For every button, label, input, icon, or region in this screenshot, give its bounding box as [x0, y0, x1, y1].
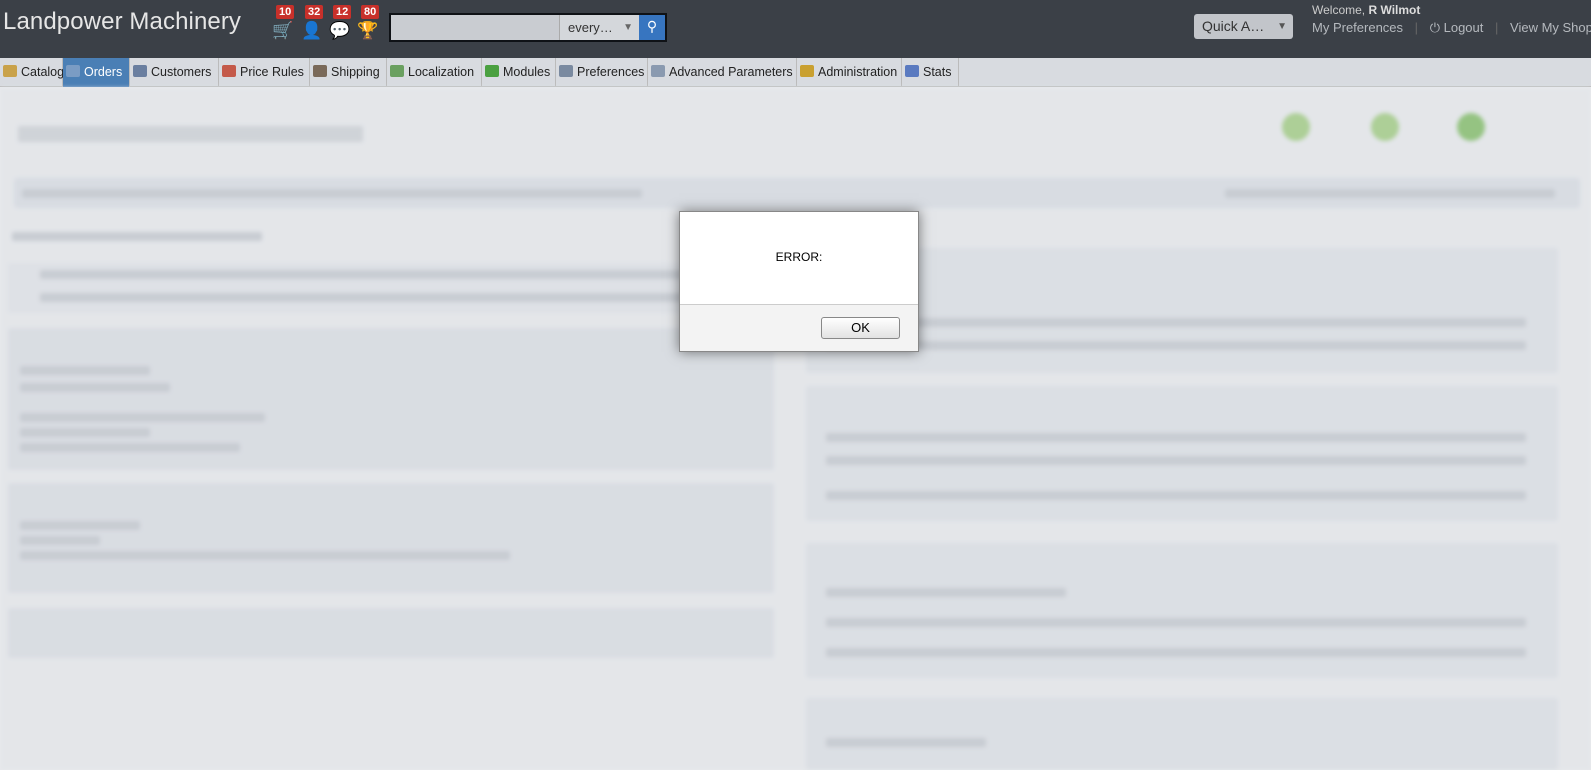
logout-link[interactable]: Logout	[1444, 20, 1484, 35]
ok-button[interactable]: OK	[821, 317, 900, 339]
tab-label: Price Rules	[240, 65, 304, 79]
tab-preferences[interactable]: Preferences	[556, 58, 648, 87]
tab-label: Localization	[408, 65, 475, 79]
tab-label: Modules	[503, 65, 551, 79]
globe-icon	[390, 65, 404, 77]
customers-notification[interactable]: 👤 32	[299, 5, 324, 41]
trophies-notification[interactable]: 🏆 80	[355, 5, 380, 41]
cart-icon	[66, 65, 80, 77]
tab-label: Customers	[151, 65, 212, 79]
tab-label: Preferences	[577, 65, 645, 79]
tab-label: Shipping	[331, 65, 380, 79]
view-shop-link[interactable]: View My Shop	[1510, 20, 1591, 35]
search-input[interactable]	[391, 15, 559, 40]
search-scope-select[interactable]: every… ▼	[559, 15, 639, 40]
tab-advanced-parameters[interactable]: Advanced Parameters	[648, 58, 797, 87]
messages-count-badge: 12	[333, 5, 352, 19]
customer-icon: 👤	[301, 21, 323, 41]
main-menu: Catalog Orders Customers Price Rules Shi…	[0, 58, 1591, 87]
price-rule-icon	[222, 65, 236, 77]
tab-orders[interactable]: Orders	[63, 58, 130, 87]
welcome-prefix: Welcome,	[1312, 3, 1366, 17]
tab-label: Stats	[923, 65, 952, 79]
power-icon: ⏻	[1429, 21, 1440, 36]
header-links: My Preferences | ⏻ Logout | View My Shop	[1312, 20, 1591, 36]
error-dialog: ERROR: OK	[679, 211, 919, 352]
welcome-text: Welcome, R Wilmot	[1312, 3, 1420, 17]
brand-title[interactable]: Landpower Machinery	[3, 8, 241, 36]
tab-stats[interactable]: Stats	[902, 58, 959, 87]
key-icon	[800, 65, 814, 77]
search-scope-value: every…	[568, 20, 613, 35]
customer-icon	[133, 65, 147, 77]
search-icon: ⚲	[646, 19, 658, 35]
quick-access-select[interactable]: Quick A… ▼	[1194, 14, 1293, 39]
truck-icon	[313, 65, 327, 77]
tab-price-rules[interactable]: Price Rules	[219, 58, 310, 87]
search-button[interactable]: ⚲	[639, 15, 665, 40]
tab-label: Catalog	[21, 65, 65, 79]
chevron-down-icon: ▼	[1277, 21, 1287, 32]
wrench-icon	[651, 65, 665, 77]
error-dialog-body: ERROR:	[680, 212, 918, 305]
tab-localization[interactable]: Localization	[387, 58, 482, 87]
tab-label: Administration	[818, 65, 898, 79]
error-message: ERROR:	[775, 250, 823, 264]
stats-icon	[905, 65, 919, 77]
modal-overlay	[0, 88, 1591, 770]
tab-administration[interactable]: Administration	[797, 58, 902, 87]
admin-header: Landpower Machinery 🛒 10 👤 32 💬 12 🏆 80 …	[0, 0, 1591, 58]
search-bar: every… ▼ ⚲	[389, 13, 667, 42]
tab-modules[interactable]: Modules	[482, 58, 556, 87]
tab-customers[interactable]: Customers	[130, 58, 219, 87]
tab-label: Orders	[84, 65, 123, 79]
orders-notification[interactable]: 🛒 10	[270, 5, 295, 41]
preferences-icon	[559, 65, 573, 77]
tab-label: Advanced Parameters	[669, 65, 793, 79]
chevron-down-icon: ▼	[623, 22, 633, 33]
my-preferences-link[interactable]: My Preferences	[1312, 20, 1403, 35]
user-name: R Wilmot	[1368, 3, 1421, 17]
trophies-count-badge: 80	[361, 5, 380, 19]
quick-access-label: Quick A…	[1202, 18, 1265, 34]
link-divider: |	[1414, 20, 1419, 35]
tab-shipping[interactable]: Shipping	[310, 58, 387, 87]
tab-catalog[interactable]: Catalog	[0, 58, 65, 87]
cart-icon: 🛒	[272, 21, 294, 41]
trophy-icon: 🏆	[357, 21, 379, 41]
puzzle-icon	[485, 65, 499, 77]
link-divider: |	[1495, 20, 1499, 35]
orders-count-badge: 10	[276, 5, 295, 19]
message-icon: 💬	[329, 21, 351, 41]
folder-icon	[3, 65, 17, 77]
messages-notification[interactable]: 💬 12	[327, 5, 352, 41]
customers-count-badge: 32	[305, 5, 324, 19]
